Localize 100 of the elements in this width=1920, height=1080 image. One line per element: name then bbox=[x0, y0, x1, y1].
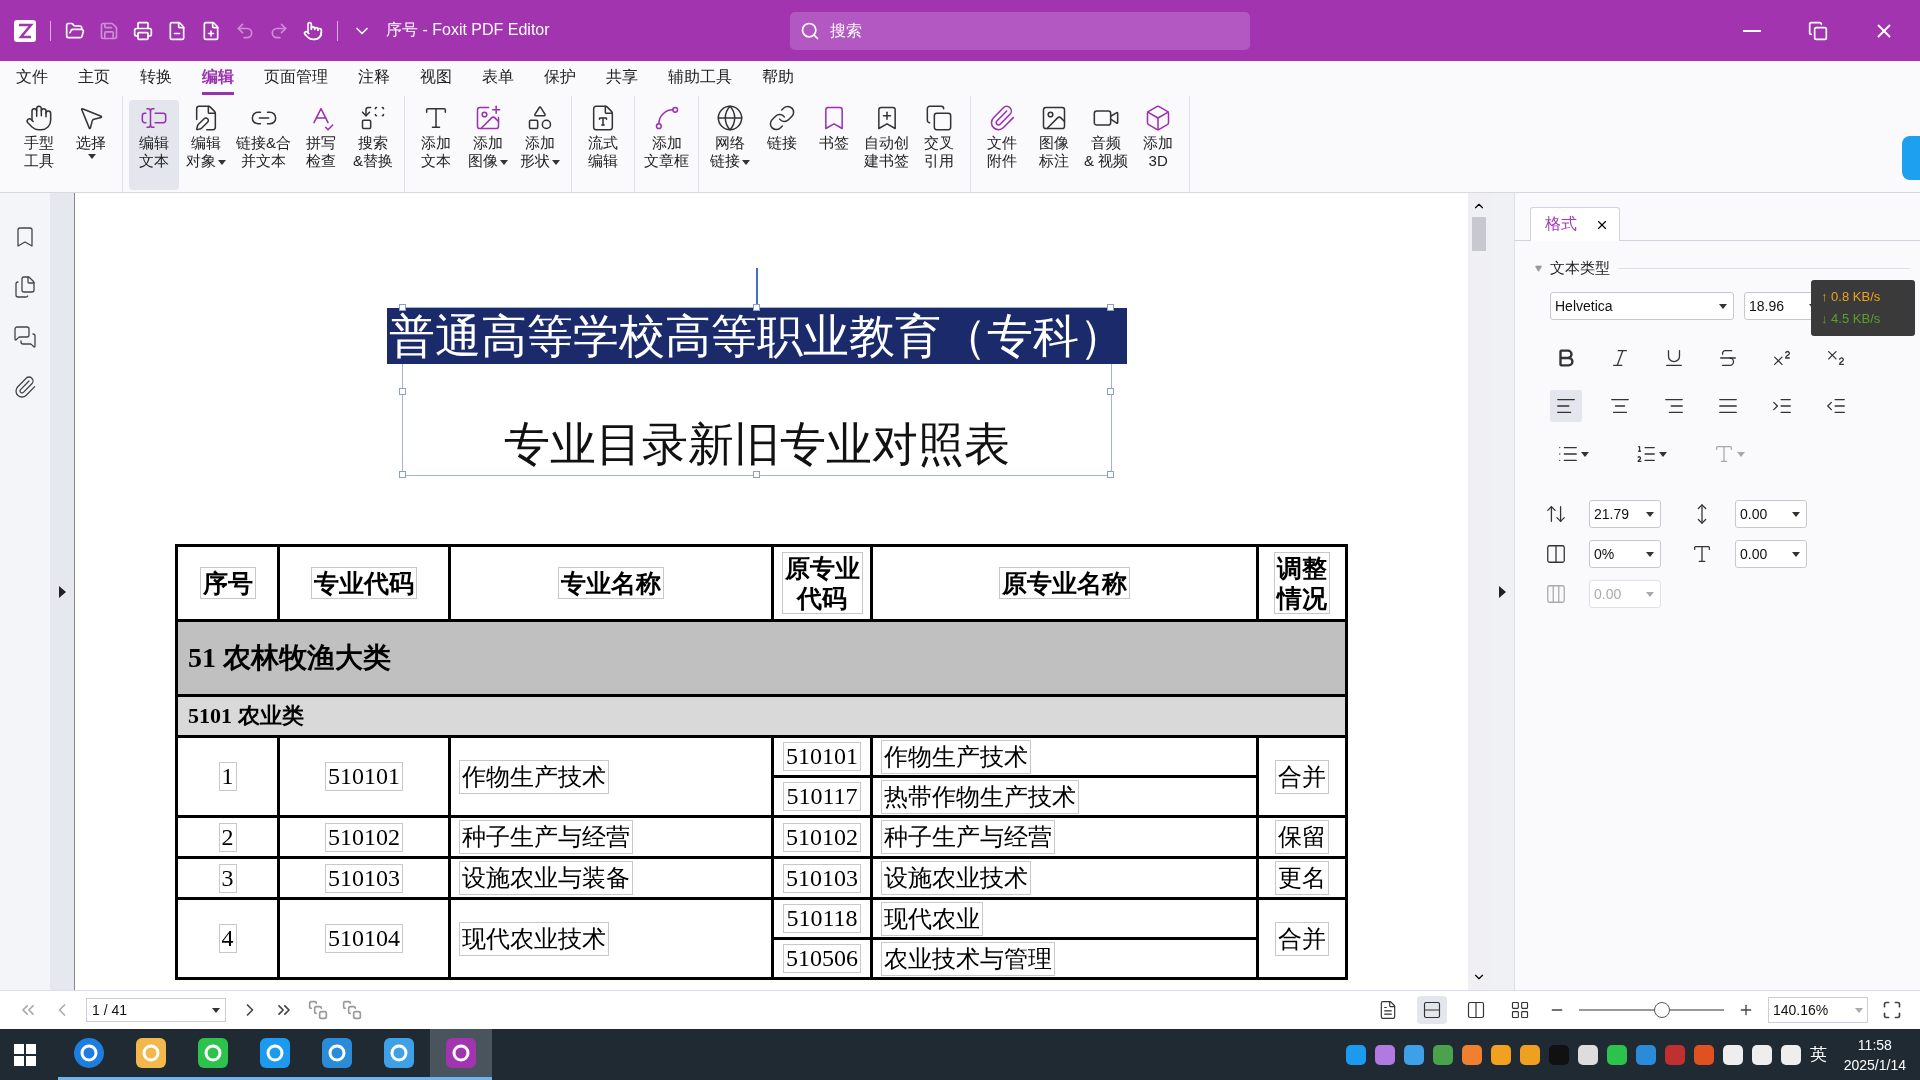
ribbon-button[interactable]: 图像 标注 bbox=[1029, 100, 1079, 190]
windows-start-icon[interactable] bbox=[14, 1043, 36, 1066]
table-cell: 510101 bbox=[783, 742, 861, 771]
spacing-field[interactable]: 0% bbox=[1589, 540, 1661, 568]
table-cell: 种子生产与经营 bbox=[881, 820, 1055, 854]
collapse-icon[interactable] bbox=[1535, 265, 1542, 272]
column-header: 原专业 代码 bbox=[781, 552, 863, 614]
zoom-field[interactable]: 140.16% bbox=[1768, 997, 1868, 1023]
continuous-button[interactable] bbox=[1417, 996, 1447, 1024]
ribbon-button[interactable]: 书签 bbox=[809, 100, 859, 190]
expand-arrow-icon[interactable] bbox=[1498, 585, 1506, 598]
tray-icon[interactable] bbox=[1461, 1044, 1482, 1065]
taskbar-app[interactable] bbox=[430, 1029, 492, 1080]
ribbon-button[interactable]: 搜索 &替换 bbox=[348, 100, 398, 190]
page-number-field[interactable]: 1 / 41 bbox=[86, 998, 226, 1022]
tray-icon[interactable] bbox=[1490, 1044, 1511, 1065]
app-logo-icon[interactable] bbox=[14, 19, 36, 42]
resize-handle[interactable] bbox=[752, 304, 760, 311]
menu-tab[interactable]: 共享 bbox=[606, 62, 638, 95]
ribbon-button[interactable]: 网络 链接 bbox=[705, 100, 755, 190]
ribbon-button[interactable]: 链接 bbox=[757, 100, 807, 190]
ribbon-button[interactable]: 手型 工具 bbox=[14, 100, 64, 190]
menu-tab[interactable]: 帮助 bbox=[762, 62, 794, 95]
ribbon-button[interactable]: 交叉 引用 bbox=[914, 100, 964, 190]
resize-handle[interactable] bbox=[398, 304, 406, 311]
download-speed: ↓ 4.5 KB/s bbox=[1821, 310, 1882, 328]
resize-handle[interactable] bbox=[752, 471, 760, 478]
table-cell: 2 bbox=[218, 822, 237, 852]
fullscreen-icon[interactable] bbox=[1882, 1000, 1902, 1020]
hand-pointer-icon[interactable] bbox=[303, 20, 323, 41]
search-icon bbox=[799, 20, 820, 41]
font-select[interactable]: Helvetica bbox=[1550, 292, 1734, 320]
ribbon-button[interactable]: 自动创 建书签 bbox=[861, 100, 912, 190]
table-cell: 合并 bbox=[1275, 759, 1329, 794]
clock[interactable]: 11:58 2025/1/14 bbox=[1843, 1034, 1906, 1075]
file-icon[interactable] bbox=[167, 20, 187, 41]
tray-icon[interactable] bbox=[1751, 1044, 1772, 1065]
zoom-slider-thumb[interactable] bbox=[1653, 1002, 1670, 1018]
comments-icon[interactable] bbox=[13, 325, 37, 349]
pages-icon[interactable] bbox=[13, 275, 37, 299]
align-left-button[interactable] bbox=[1550, 390, 1582, 422]
text-icon bbox=[1713, 443, 1735, 465]
ribbon-button[interactable]: 链接&合 并文本 bbox=[233, 100, 294, 190]
format-tab[interactable]: 格式 bbox=[1530, 207, 1620, 241]
spacing-field[interactable]: 0.00 bbox=[1735, 500, 1807, 528]
ribbon-button[interactable]: 编辑 对象 bbox=[181, 100, 231, 190]
table-cell: 作物生产技术 bbox=[459, 759, 609, 794]
menu-tab[interactable]: 表单 bbox=[482, 62, 514, 95]
resize-handle[interactable] bbox=[1106, 471, 1114, 478]
section-title: 文本类型 bbox=[1550, 259, 1610, 278]
tray-icon[interactable] bbox=[1780, 1044, 1801, 1065]
menu-tab[interactable]: 页面管理 bbox=[264, 62, 328, 95]
spacing-field[interactable]: 0.00 bbox=[1735, 540, 1807, 568]
resize-handle[interactable] bbox=[398, 471, 406, 478]
ribbon-button[interactable]: 添加 文本 bbox=[411, 100, 461, 190]
ribbon-button[interactable]: 拼写 检查 bbox=[296, 100, 346, 190]
new-file-icon[interactable] bbox=[201, 20, 221, 41]
tray-icon[interactable] bbox=[1403, 1044, 1424, 1065]
scrollbar-thumb[interactable] bbox=[1472, 217, 1486, 251]
menu-tab[interactable]: 文件 bbox=[16, 62, 48, 95]
menu-tab[interactable]: 主页 bbox=[78, 62, 110, 95]
tray-icon[interactable] bbox=[1577, 1044, 1598, 1065]
menu-tab[interactable]: 视图 bbox=[420, 62, 452, 95]
ribbon-button[interactable]: 选择 bbox=[66, 100, 116, 190]
next-view-icon[interactable] bbox=[342, 1000, 362, 1020]
search-field[interactable]: 搜索 bbox=[789, 11, 1250, 50]
tray-icon[interactable] bbox=[1606, 1044, 1627, 1065]
resize-handle[interactable] bbox=[1106, 304, 1114, 311]
assistant-bubble-icon[interactable] bbox=[1902, 136, 1920, 180]
previous-view-icon[interactable] bbox=[308, 1000, 328, 1020]
shapes-icon bbox=[526, 104, 554, 132]
tray-icon[interactable] bbox=[1519, 1044, 1540, 1065]
ribbon-button[interactable]: 文件 附件 bbox=[977, 100, 1027, 190]
resize-handle[interactable] bbox=[1106, 387, 1114, 395]
table-cell: 510117 bbox=[783, 782, 861, 811]
ribbon-button[interactable]: 添加 形状 bbox=[515, 100, 565, 190]
table-cell: 合并 bbox=[1275, 921, 1329, 956]
upload-speed: ↑ 0.8 KB/s bbox=[1821, 288, 1882, 306]
table-cell: 510104 bbox=[325, 924, 403, 953]
spacing-field[interactable]: 21.79 bbox=[1589, 500, 1661, 528]
table-cell: 1 bbox=[218, 762, 237, 791]
ribbon-button[interactable]: 流式 编辑 bbox=[578, 100, 628, 190]
open-folder-icon[interactable] bbox=[65, 20, 85, 41]
ribbon-button[interactable]: 编辑 文本 bbox=[129, 100, 179, 190]
menu-tab[interactable]: 转换 bbox=[140, 62, 172, 95]
resize-handle[interactable] bbox=[398, 387, 406, 395]
menu-tab[interactable]: 辅助工具 bbox=[668, 62, 732, 95]
ribbon-button[interactable]: 添加 图像 bbox=[463, 100, 513, 190]
ribbon-button[interactable]: 添加 文章框 bbox=[641, 100, 692, 190]
table-cell: 热带作物生产技术 bbox=[881, 779, 1079, 814]
ribbon-button[interactable]: 添加 3D bbox=[1133, 100, 1184, 190]
ribbon-button[interactable]: 音频 & 视频 bbox=[1081, 100, 1132, 190]
menu-tab[interactable]: 保护 bbox=[544, 62, 576, 95]
expand-arrow-icon[interactable] bbox=[58, 585, 66, 598]
input-method-indicator[interactable]: 英 bbox=[1809, 1043, 1827, 1066]
paperclip-icon[interactable] bbox=[13, 375, 37, 399]
zoom-in-icon[interactable] bbox=[1738, 1002, 1754, 1018]
menu-tab[interactable]: 注释 bbox=[358, 62, 390, 95]
print-icon[interactable] bbox=[133, 20, 153, 41]
tray-icon[interactable] bbox=[1722, 1044, 1743, 1065]
